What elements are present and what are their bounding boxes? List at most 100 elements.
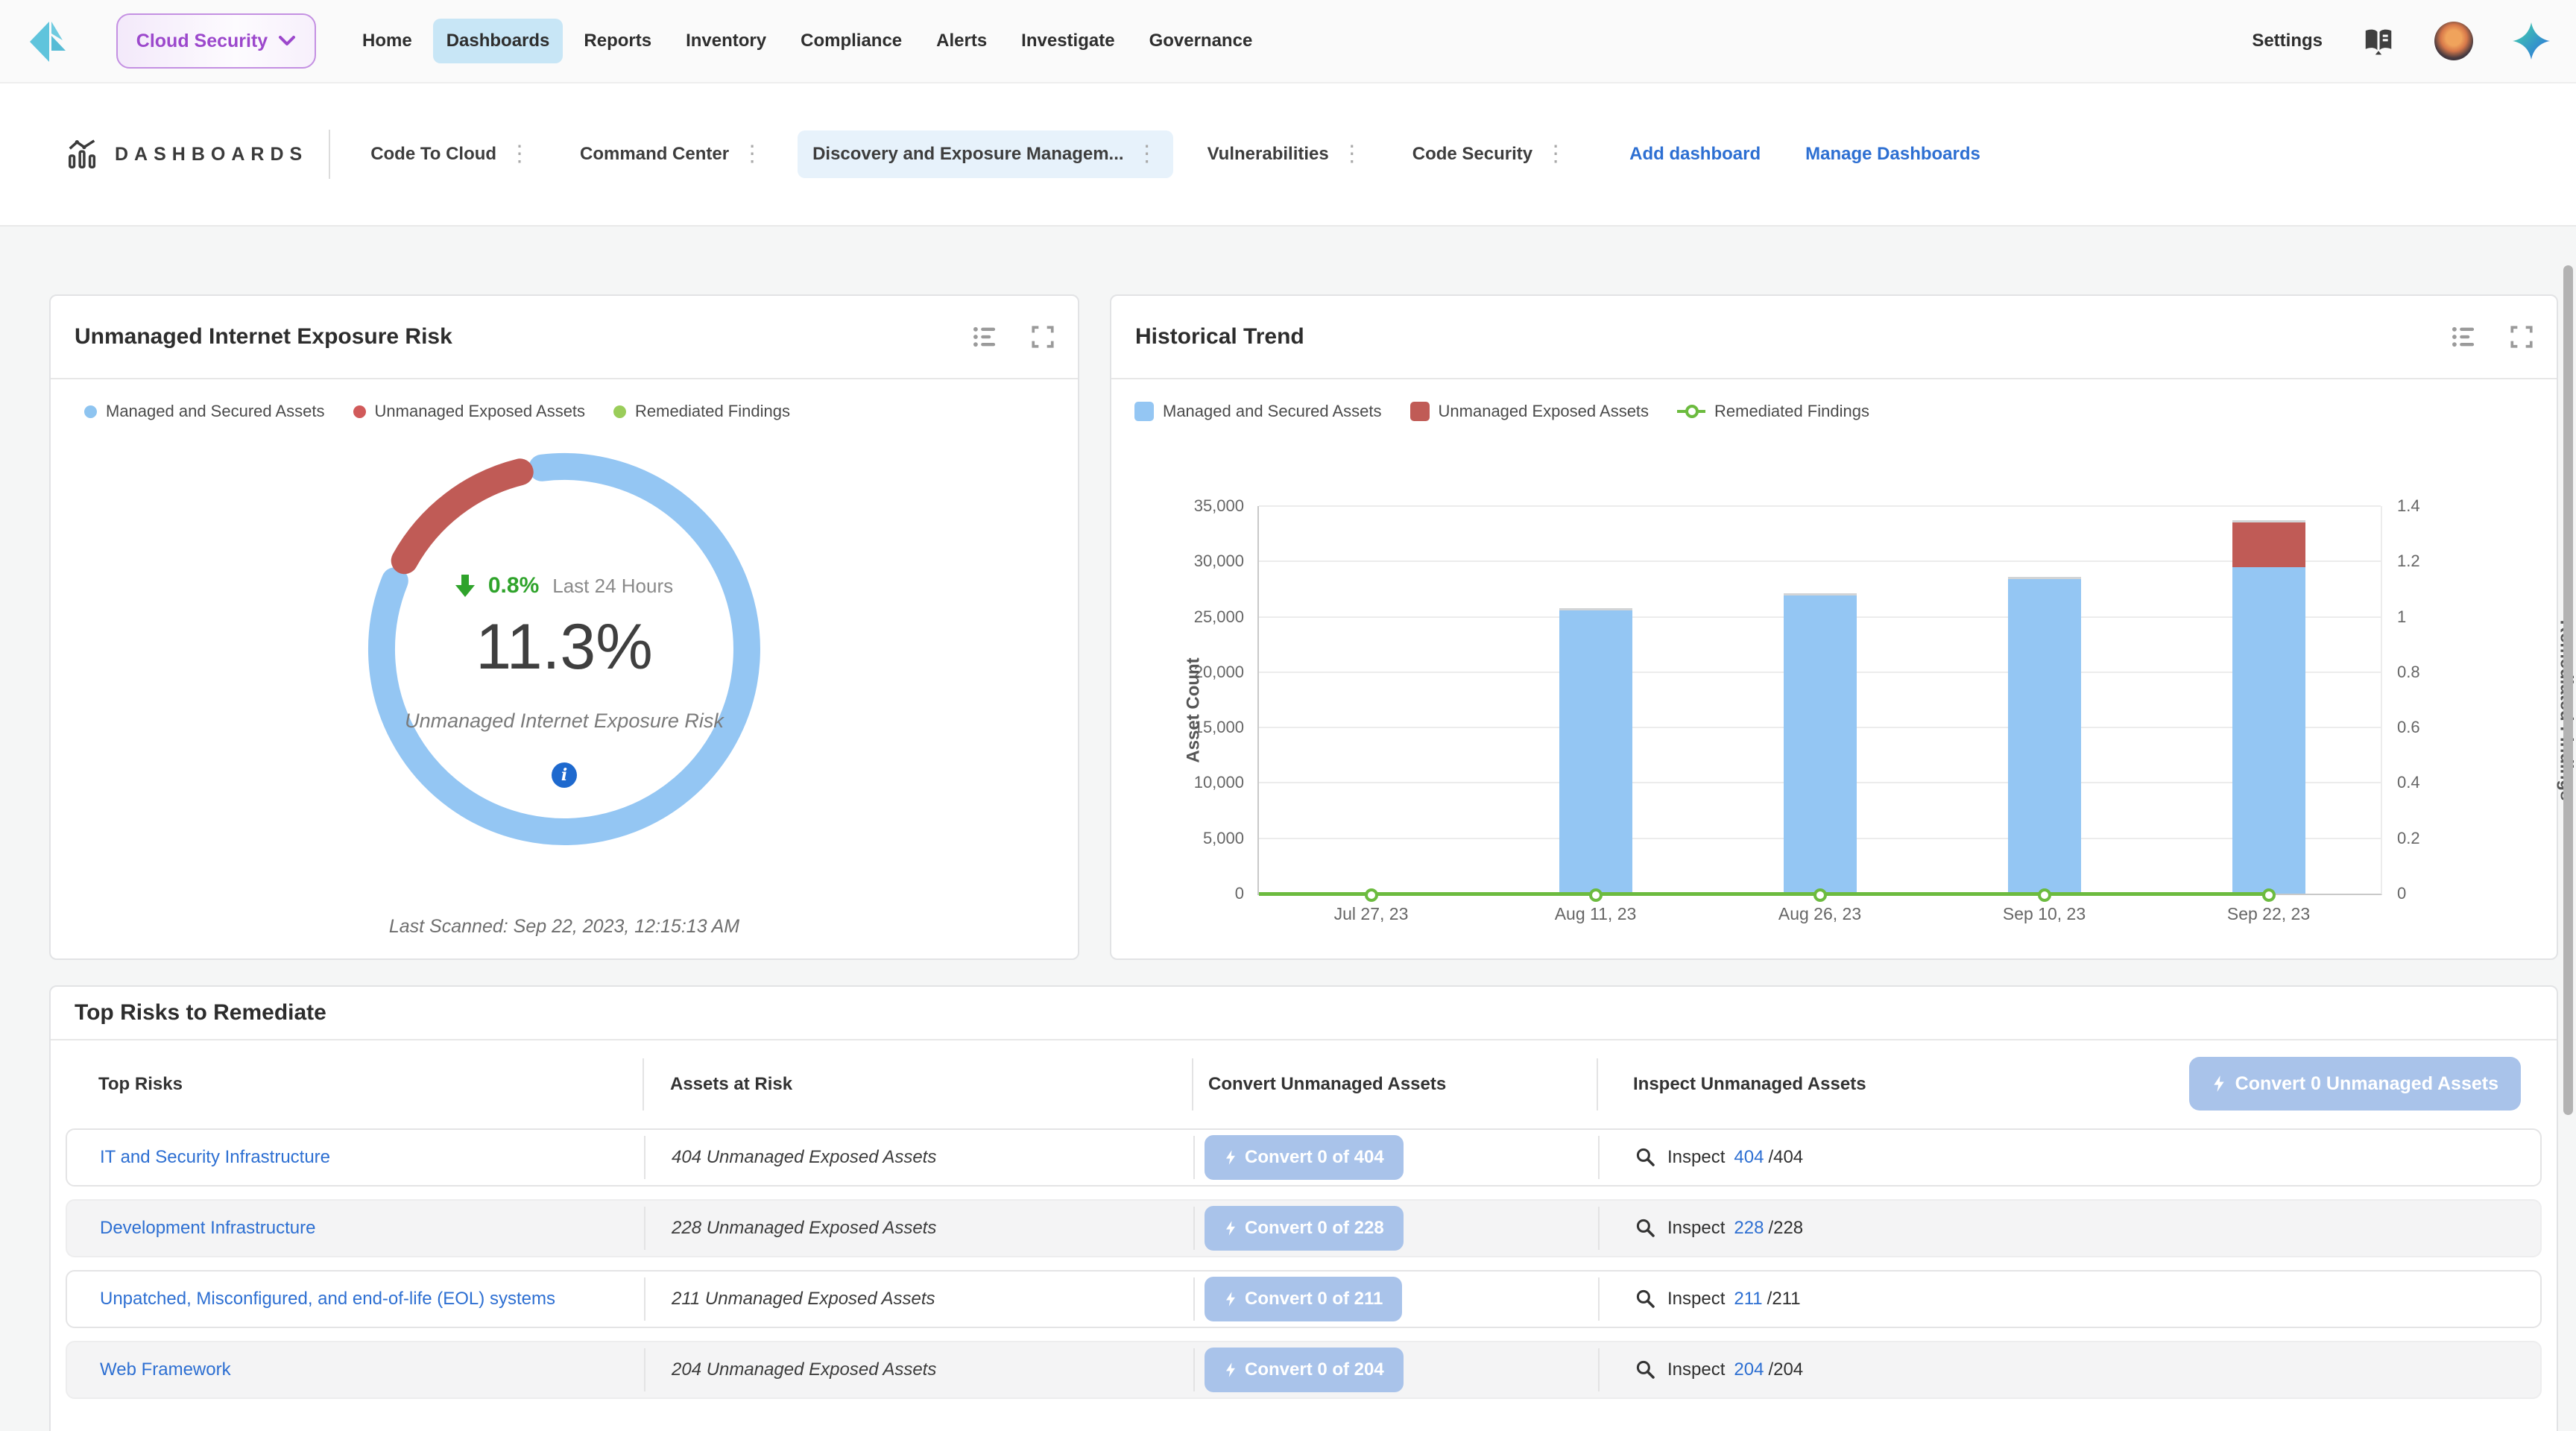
bar-segment[interactable] [1784,593,1857,894]
inspect-count-link[interactable]: 211 [1734,1289,1762,1310]
tab-menu-icon[interactable]: ⋮ [508,145,531,163]
magnifier-icon [1635,1217,1657,1239]
line-marker[interactable] [2262,888,2276,902]
line-marker[interactable] [1365,888,1378,902]
table-row: Web Framework 204 Unmanaged Exposed Asse… [66,1341,2542,1399]
product-switcher-label: Cloud Security [136,31,268,52]
remediated-findings-line [1259,892,2269,896]
nav-item-reports[interactable]: Reports [570,19,665,63]
tab-menu-icon[interactable]: ⋮ [741,145,763,163]
line-marker[interactable] [1813,888,1827,902]
line-marker[interactable] [2038,888,2051,902]
line-marker[interactable] [1589,888,1603,902]
tab-discovery-and-exposure-management[interactable]: Discovery and Exposure Managem... ⋮ [798,130,1172,178]
product-switcher[interactable]: Cloud Security [116,13,316,69]
dashboards-label-group: DASHBOARDS [66,137,308,171]
nav-item-dashboards[interactable]: Dashboards [433,19,564,63]
gridline [1259,505,2381,507]
legend-swatch-unmanaged [353,405,366,418]
settings-link[interactable]: Settings [2252,31,2323,51]
card-header: Top Risks to Remediate [51,987,2557,1040]
table-header-row: Top Risks Assets at Risk Convert Unmanag… [66,1040,2542,1128]
y-axis-tick-right: 1 [2397,607,2487,628]
legend-line-marker [1677,404,1705,419]
card-title: Unmanaged Internet Exposure Risk [75,324,452,350]
col-header-top-risks: Top Risks [66,1058,643,1111]
brand-logo-icon[interactable] [27,18,70,64]
inspect-count-link[interactable]: 404 [1734,1147,1764,1168]
tab-menu-icon[interactable]: ⋮ [1544,145,1567,163]
tab-vulnerabilities[interactable]: Vulnerabilities ⋮ [1193,130,1378,178]
expand-icon[interactable] [1030,324,1055,350]
nav-item-compliance[interactable]: Compliance [787,19,915,63]
y-axis-tick-right: 0.8 [2397,662,2487,683]
col-header-assets-at-risk: Assets at Risk [643,1058,1192,1111]
card-title: Historical Trend [1135,324,1304,350]
y-axis-tick-left: 5,000 [1126,828,1244,849]
nav-item-investigate[interactable]: Investigate [1008,19,1128,63]
donut-center-stats: 0.8% Last 24 Hours 11.3% Unmanaged Inter… [303,573,825,788]
bulk-convert-button[interactable]: Convert 0 Unmanaged Assets [2189,1057,2521,1111]
legend-list-icon[interactable] [972,325,999,349]
divider [329,130,330,179]
convert-button[interactable]: Convert 0 of 404 [1205,1135,1404,1180]
y-axis-tick-left: 10,000 [1126,772,1244,793]
docs-book-icon[interactable] [2361,24,2396,58]
info-icon[interactable]: i [552,762,577,788]
legend-item: Unmanaged Exposed Assets [1410,402,1650,421]
page-scrollbar[interactable] [2563,265,2573,1115]
bolt-icon [1224,1149,1237,1166]
bar-segment[interactable] [2008,577,2081,894]
historical-trend-card: Historical Trend Managed and Secured Ass… [1110,294,2558,960]
convert-button[interactable]: Convert 0 of 204 [1205,1348,1404,1392]
top-nav: Cloud Security Home Dashboards Reports I… [0,0,2576,83]
exposure-risk-caption: Unmanaged Internet Exposure Risk [405,710,724,733]
bar-segment[interactable] [2232,520,2305,566]
dashboard-tabs: Code To Cloud ⋮ Command Center ⋮ Discove… [356,130,1582,178]
user-avatar[interactable] [2434,22,2473,60]
y-axis-tick-left: 30,000 [1126,551,1244,572]
bar-segment[interactable] [1559,608,1632,894]
risk-link[interactable]: Web Framework [100,1359,231,1380]
tab-code-security[interactable]: Code Security ⋮ [1398,130,1582,178]
table-row: Development Infrastructure 228 Unmanaged… [66,1199,2542,1257]
assets-at-risk-text: 404 Unmanaged Exposed Assets [672,1147,936,1168]
legend-swatch-managed [1134,402,1154,421]
card-title: Top Risks to Remediate [75,1000,326,1026]
unmanaged-exposure-card: Unmanaged Internet Exposure Risk Managed… [49,294,1079,960]
convert-button[interactable]: Convert 0 of 211 [1205,1277,1402,1321]
y-axis-tick-right: 1.4 [2397,496,2487,517]
left-axis-label: Asset Count [1184,657,1205,762]
bar-segment[interactable] [2232,567,2305,894]
x-axis-label: Sep 10, 23 [2003,904,2086,924]
manage-dashboards-link[interactable]: Manage Dashboards [1805,144,1980,165]
inspect-count-link[interactable]: 228 [1734,1218,1764,1239]
tab-command-center[interactable]: Command Center ⋮ [565,130,778,178]
risk-link[interactable]: Unpatched, Misconfigured, and end-of-lif… [100,1289,555,1310]
copilot-sparkle-icon[interactable] [2512,22,2551,60]
y-axis-tick-left: 25,000 [1126,607,1244,628]
nav-item-governance[interactable]: Governance [1136,19,1266,63]
bolt-icon [1224,1361,1237,1379]
nav-item-inventory[interactable]: Inventory [672,19,780,63]
risk-link[interactable]: Development Infrastructure [100,1218,315,1239]
exposure-legend: Managed and Secured Assets Unmanaged Exp… [84,402,1078,421]
bolt-icon [1224,1290,1237,1308]
legend-list-icon[interactable] [2451,325,2478,349]
y-axis-tick-right: 0.2 [2397,828,2487,849]
nav-item-alerts[interactable]: Alerts [923,19,1000,63]
tab-menu-icon[interactable]: ⋮ [1341,145,1363,163]
tab-code-to-cloud[interactable]: Code To Cloud ⋮ [356,130,546,178]
legend-item: Unmanaged Exposed Assets [353,402,586,421]
expand-icon[interactable] [2509,324,2534,350]
bolt-icon [2212,1074,2226,1093]
x-axis-label: Sep 22, 23 [2227,904,2310,924]
tab-menu-icon[interactable]: ⋮ [1136,145,1158,163]
risk-link[interactable]: IT and Security Infrastructure [100,1147,330,1168]
convert-button[interactable]: Convert 0 of 228 [1205,1206,1404,1251]
nav-item-home[interactable]: Home [349,19,426,63]
card-header: Historical Trend [1111,296,2557,379]
inspect-count-link[interactable]: 204 [1734,1359,1764,1380]
chevron-down-icon [278,35,296,47]
add-dashboard-link[interactable]: Add dashboard [1629,144,1761,165]
